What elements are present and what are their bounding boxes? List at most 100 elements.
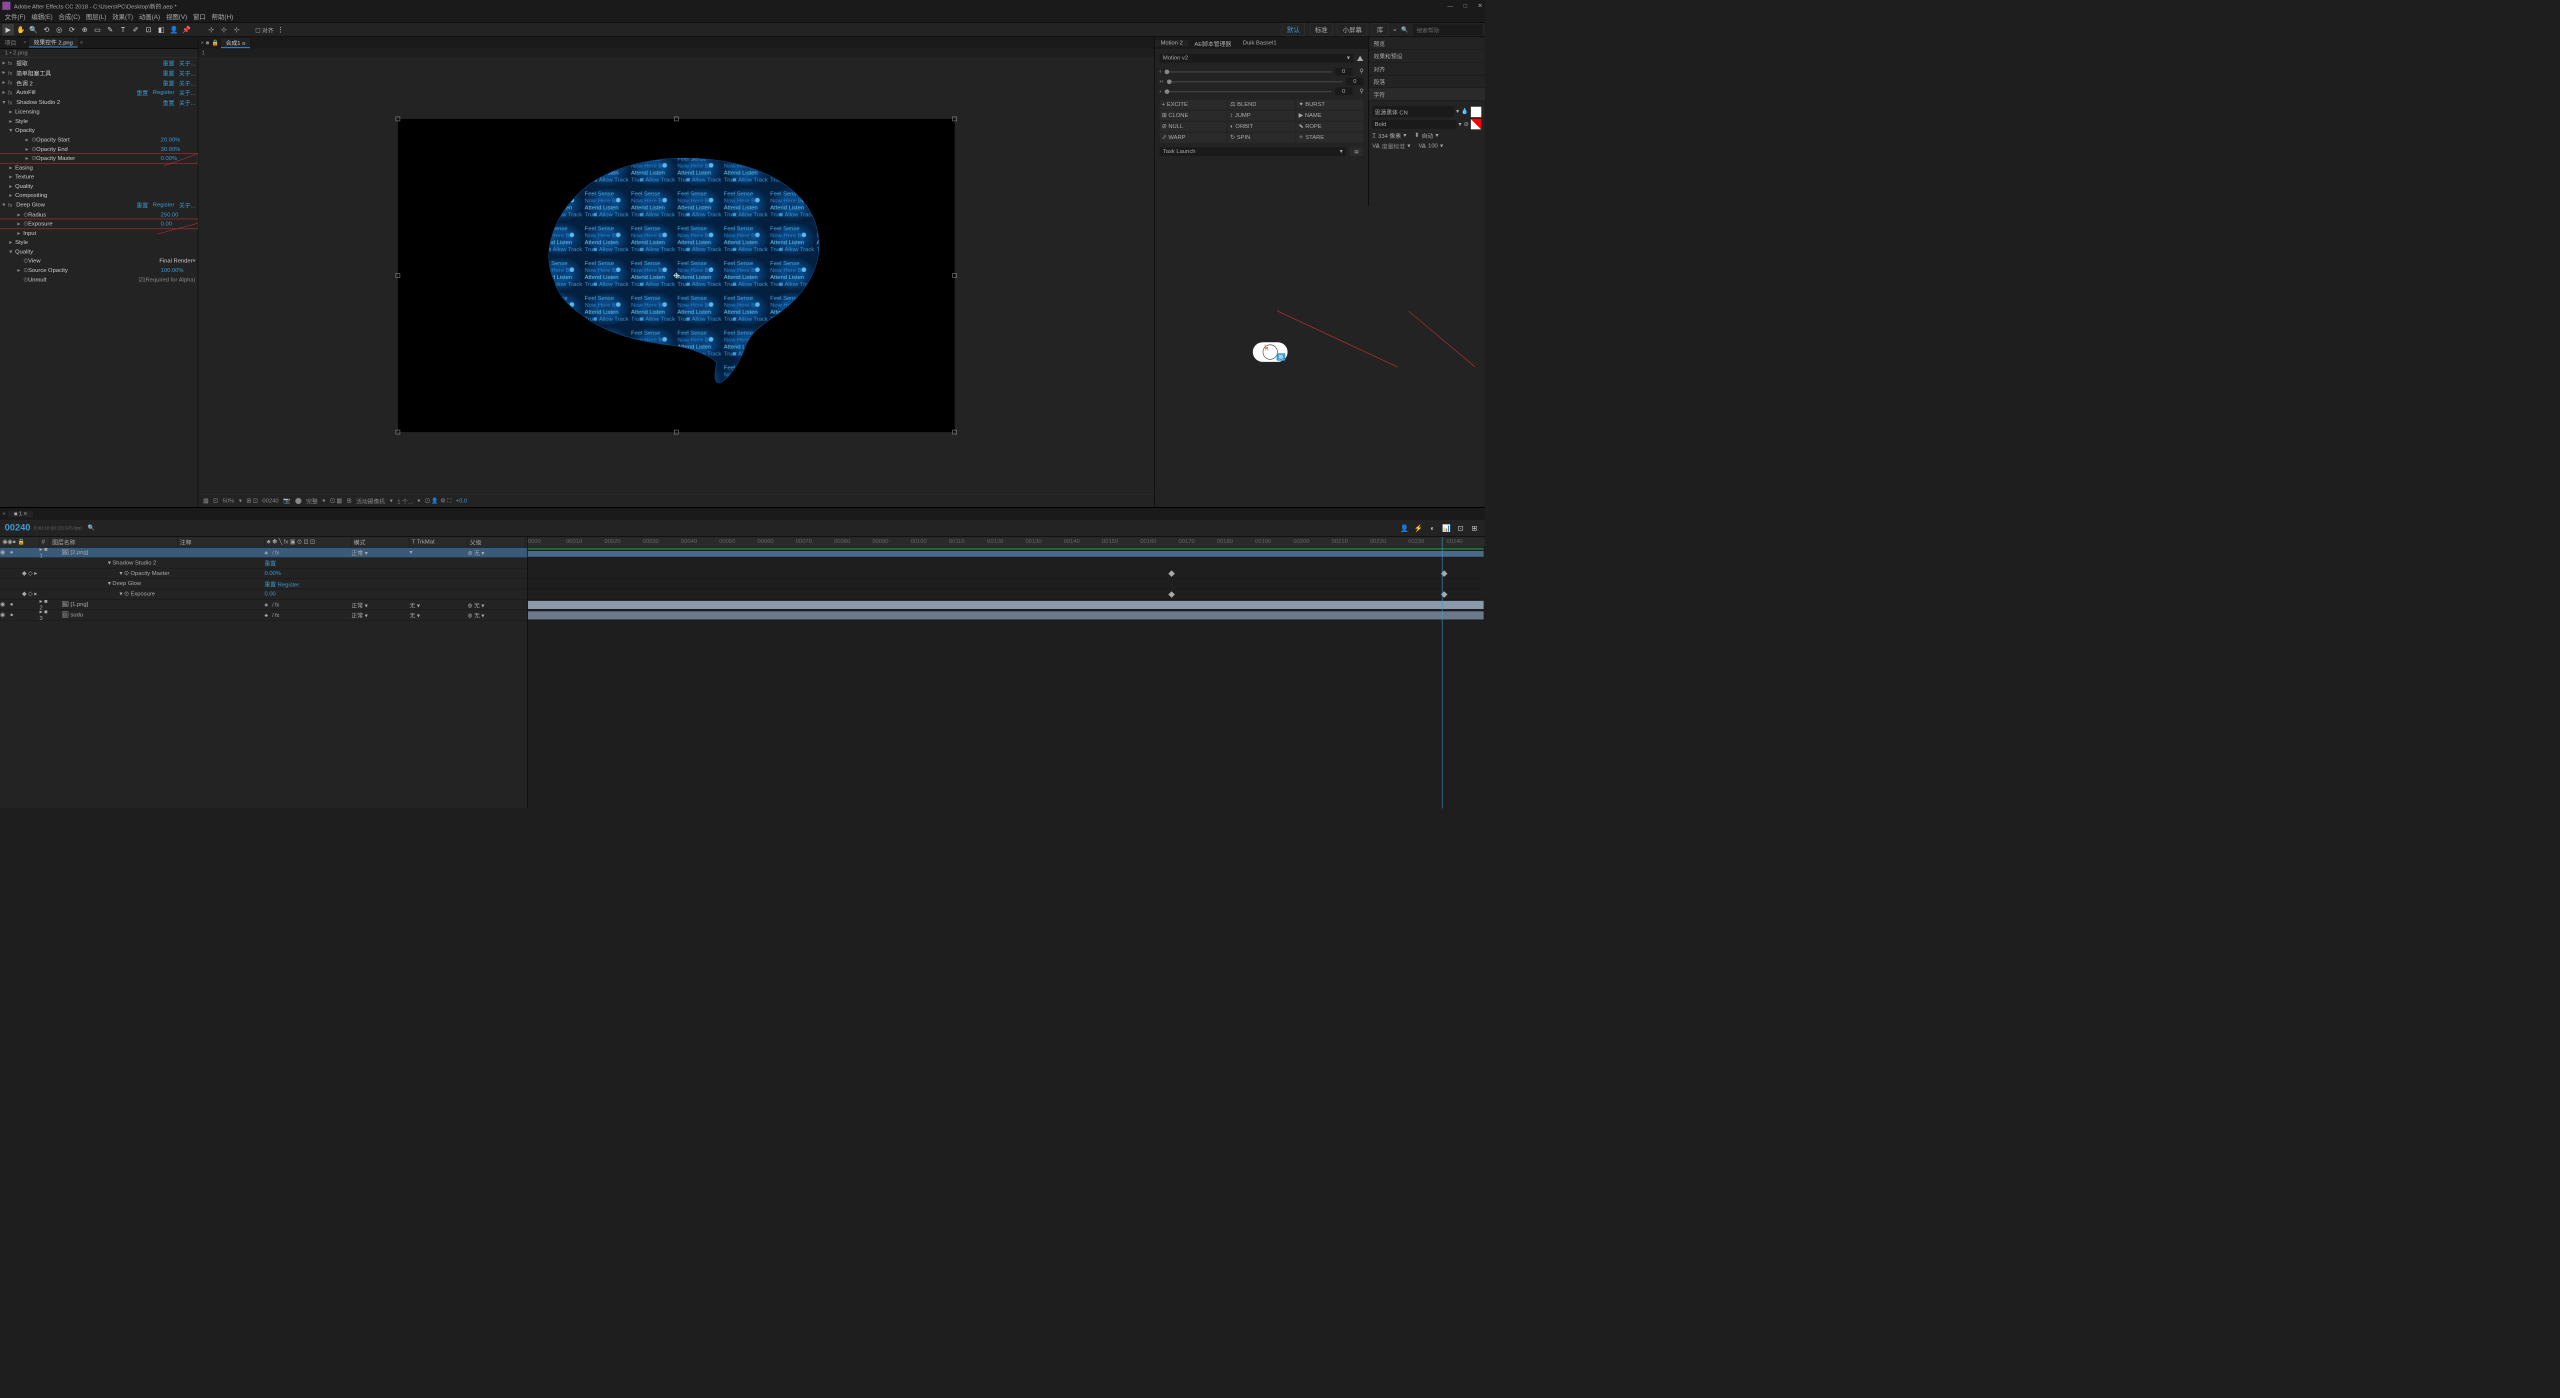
- fx-controls-tab[interactable]: 效果控件 2.png: [29, 38, 78, 48]
- puppet-tool-icon[interactable]: 📌: [181, 24, 193, 36]
- motion-btn-spin[interactable]: ↻SPIN: [1228, 133, 1295, 143]
- motion-btn-warp[interactable]: ⬀WARP: [1159, 133, 1226, 143]
- selection-tool-icon[interactable]: ▶: [2, 24, 14, 36]
- menu-comp[interactable]: 合成(C): [56, 12, 82, 21]
- snap-opts-icon[interactable]: ⋮: [275, 24, 287, 36]
- orbit-tool-icon[interactable]: ⟲: [41, 24, 53, 36]
- zoom-tool-icon[interactable]: 🔍: [28, 24, 40, 36]
- col-parent[interactable]: 父级: [467, 537, 525, 547]
- exposure-val[interactable]: +0.0: [456, 498, 467, 504]
- grid-icon[interactable]: ⊞: [347, 498, 352, 504]
- project-tab[interactable]: 项目: [0, 38, 21, 47]
- workspace-small[interactable]: 小屏幕: [1337, 23, 1367, 36]
- opacity-master-row[interactable]: ▸⊙ Opacity Master0.00%: [0, 154, 198, 163]
- menu-window[interactable]: 窗口: [191, 12, 208, 21]
- menu-file[interactable]: 文件(F): [2, 12, 28, 21]
- col-trkmat[interactable]: T TrkMat: [409, 537, 467, 547]
- tracking[interactable]: 度量标准: [1382, 142, 1405, 151]
- motion-btn-burst[interactable]: ✦BURST: [1296, 100, 1363, 110]
- motion-btn-jump[interactable]: ↕JUMP: [1228, 111, 1295, 121]
- pen-tool-icon[interactable]: ✎: [104, 24, 116, 36]
- layer-1-bar[interactable]: [528, 551, 1484, 557]
- leading[interactable]: 自动: [1422, 131, 1434, 140]
- workspace-more[interactable]: »: [1393, 26, 1396, 32]
- preview-panel-tab[interactable]: 预览: [1369, 37, 1485, 50]
- timeline-playhead[interactable]: [1442, 537, 1443, 808]
- fx-tint[interactable]: 色调 2: [16, 78, 163, 87]
- motion-slider-1[interactable]: [1165, 71, 1332, 72]
- font-size[interactable]: 334 像素: [1378, 131, 1401, 140]
- rotate-tool-icon[interactable]: ⟳: [66, 24, 78, 36]
- menu-edit[interactable]: 编辑(E): [29, 12, 55, 21]
- eraser-tool-icon[interactable]: ◧: [155, 24, 167, 36]
- menu-layer[interactable]: 图层(L): [84, 12, 109, 21]
- sel-handle-ml[interactable]: [396, 273, 401, 278]
- motion-slider-3[interactable]: [1165, 91, 1332, 92]
- workspace-lib[interactable]: 库: [1372, 23, 1389, 36]
- channel-icon[interactable]: ⬤: [295, 498, 301, 504]
- work-area-bar[interactable]: [528, 548, 1484, 550]
- motion-btn-excite[interactable]: +EXCITE: [1159, 100, 1226, 110]
- pixel-ar-icon[interactable]: ⊡ 👤 ⚙ ⛶: [425, 498, 451, 504]
- motion-btn-stare[interactable]: ✧STARE: [1296, 133, 1363, 143]
- no-fill-icon[interactable]: ⊘: [1464, 121, 1469, 127]
- timeline-timecode[interactable]: 00240: [5, 523, 31, 533]
- res-toggle-icon[interactable]: ⊞ ⊡: [246, 498, 257, 504]
- motion-btn-null[interactable]: ⊘NULL: [1159, 122, 1226, 132]
- motion-btn-blend[interactable]: ⚖BLEND: [1228, 100, 1295, 110]
- view-axis-icon[interactable]: ⊹: [231, 24, 243, 36]
- timeline-layer-row[interactable]: ▾ Deep Glow重置 Register: [0, 579, 527, 589]
- anchor-icon[interactable]: ⚲: [1359, 68, 1363, 74]
- tl-graph-icon[interactable]: 📊: [1441, 522, 1453, 534]
- col-comment[interactable]: 注释: [177, 537, 264, 547]
- script-manager-tab[interactable]: AE脚本管理器: [1189, 39, 1237, 48]
- timeline-layer-row[interactable]: ◉ ●▸ ■ 2🖼 [1.png]♣ / fx正常 ▾无 ▾⊚ 无 ▾: [0, 600, 527, 610]
- hand-tool-icon[interactable]: ✋: [15, 24, 27, 36]
- ime-floating-badge[interactable]: 🦌 英: [1253, 342, 1288, 362]
- sel-handle-tc[interactable]: [674, 117, 679, 122]
- timeline-layer-row[interactable]: ◆ ◇ ▸▾ ⊙ Exposure0.00: [0, 589, 527, 599]
- col-mode[interactable]: 模式: [351, 537, 409, 547]
- paragraph-panel-tab[interactable]: 段落: [1369, 75, 1485, 88]
- sel-handle-br[interactable]: [952, 430, 957, 435]
- eyedropper-icon[interactable]: 💧: [1461, 108, 1468, 114]
- local-axis-icon[interactable]: ⊹: [205, 24, 217, 36]
- fx-extract[interactable]: 提取: [16, 59, 163, 68]
- tl-motion-blur-icon[interactable]: ◐: [1427, 522, 1439, 534]
- timeline-layer-row[interactable]: ◆ ◇ ▸▾ ⊙ Opacity Master0.00%: [0, 568, 527, 578]
- minimize-button[interactable]: —: [1447, 3, 1453, 9]
- stamp-tool-icon[interactable]: ⊡: [143, 24, 155, 36]
- tl-draft3d-icon[interactable]: ⊡: [1455, 522, 1467, 534]
- timeline-ruler[interactable]: 0000000100002000030000400005000060000700…: [528, 537, 1485, 547]
- kf-exposure-1[interactable]: [1168, 591, 1175, 598]
- duik-tab[interactable]: Duik Bassel1: [1237, 40, 1282, 46]
- task-launch-dd[interactable]: Task Launch▾: [1159, 147, 1346, 156]
- sel-handle-tl[interactable]: [396, 117, 401, 122]
- fx-deep-glow[interactable]: Deep Glow: [16, 202, 136, 208]
- menu-anim[interactable]: 动画(A): [137, 12, 163, 21]
- snapshot-icon[interactable]: 📷: [283, 498, 290, 504]
- zoom-icon[interactable]: ⊡: [213, 498, 218, 504]
- fx-choker[interactable]: 简单阻塞工具: [16, 68, 163, 77]
- snap-checkbox[interactable]: ☐ 对齐: [255, 25, 273, 34]
- timeline-comp-tab[interactable]: ■ 1 ≡: [8, 511, 33, 517]
- fx-autofill[interactable]: AutoFill: [16, 89, 136, 95]
- motion2-tab[interactable]: Motion 2: [1155, 40, 1189, 46]
- menu-view[interactable]: 视图(V): [164, 12, 190, 21]
- sel-handle-tr[interactable]: [952, 117, 957, 122]
- col-layer-name[interactable]: 图层名称: [50, 537, 178, 547]
- fx-shadow-studio[interactable]: Shadow Studio 2: [16, 99, 163, 105]
- motion-slider-2[interactable]: [1167, 81, 1343, 82]
- effects-presets-tab[interactable]: 效果和预设: [1369, 50, 1485, 63]
- motion-ease-icon[interactable]: ⛰: [1357, 53, 1364, 63]
- type-tool-icon[interactable]: T: [117, 24, 129, 36]
- layer-2-bar[interactable]: [528, 601, 1484, 609]
- sel-handle-mr[interactable]: [952, 273, 957, 278]
- font-family-dd[interactable]: 思源黑体 CN: [1372, 106, 1453, 117]
- character-panel-tab[interactable]: 字符: [1369, 88, 1485, 101]
- motion-btn-rope[interactable]: ⬉ROPE: [1296, 122, 1363, 132]
- fill-color[interactable]: [1471, 106, 1481, 116]
- layer-3-bar[interactable]: [528, 611, 1484, 619]
- comp-canvas[interactable]: Feel Sense Now Here Be Attend Listen Tru…: [398, 119, 955, 432]
- alpha-icon[interactable]: ▦: [203, 498, 208, 504]
